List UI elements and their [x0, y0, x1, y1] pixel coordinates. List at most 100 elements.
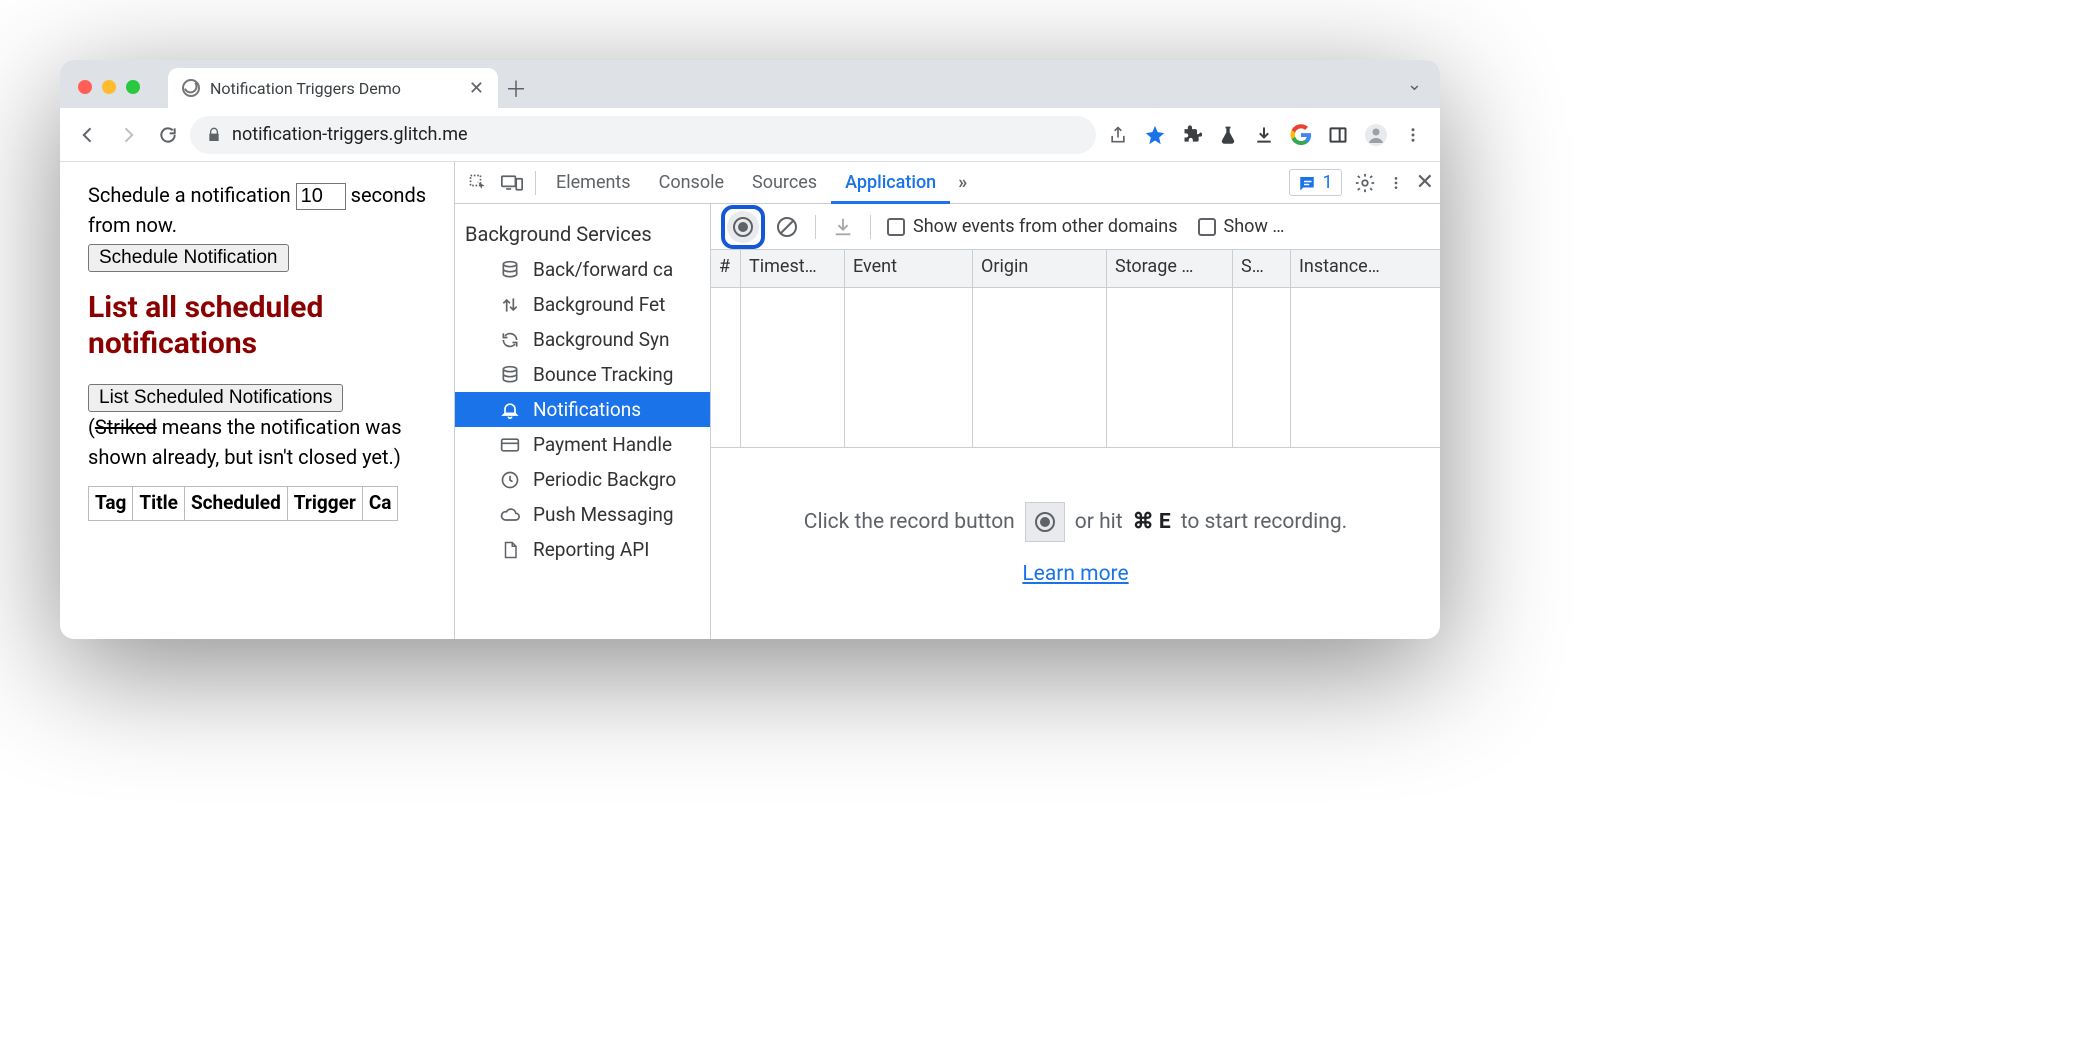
show-events-checkbox[interactable]: Show events from other domains	[887, 216, 1178, 237]
sidebar-item-push-messaging[interactable]: Push Messaging	[455, 497, 710, 532]
sidebar-item-periodic-background[interactable]: Periodic Backgro	[455, 462, 710, 497]
sidebar-item-label: Reporting API	[533, 538, 649, 561]
sidepanel-icon[interactable]	[1328, 125, 1348, 145]
th-tag: Tag	[89, 487, 133, 521]
list-button[interactable]: List Scheduled Notifications	[88, 384, 343, 412]
tab-sources[interactable]: Sources	[738, 162, 831, 204]
schedule-row: Schedule a notification seconds from now…	[88, 180, 430, 240]
tab-console[interactable]: Console	[645, 162, 738, 204]
show-label-2: Show …	[1224, 216, 1285, 237]
close-window-button[interactable]	[78, 80, 92, 94]
lock-icon	[206, 127, 222, 143]
globe-icon	[182, 79, 200, 97]
sidebar-item-label: Payment Handle	[533, 433, 672, 456]
settings-icon[interactable]	[1354, 172, 1376, 194]
new-tab-button[interactable]: ＋	[498, 68, 534, 108]
sidebar-item-background-fetch[interactable]: Background Fet	[455, 287, 710, 322]
seconds-input[interactable]	[296, 183, 346, 210]
show-events-label: Show events from other domains	[913, 216, 1178, 237]
issues-badge[interactable]: 1	[1289, 169, 1341, 196]
tabs-dropdown-icon[interactable]: ⌄	[1407, 74, 1422, 95]
share-icon[interactable]	[1108, 125, 1128, 145]
sidebar-item-label: Bounce Tracking	[533, 363, 673, 386]
browser-window: Notification Triggers Demo ✕ ＋ ⌄ notific…	[60, 60, 1440, 639]
sidebar-item-label: Background Fet	[533, 293, 665, 316]
labs-icon[interactable]	[1218, 125, 1238, 145]
window-controls	[78, 80, 140, 94]
cloud-icon	[499, 504, 521, 526]
tab-strip: Notification Triggers Demo ✕ ＋ ⌄	[60, 60, 1440, 108]
back-button[interactable]	[70, 117, 106, 153]
sidebar-item-background-sync[interactable]: Background Syn	[455, 322, 710, 357]
col-index[interactable]: #	[711, 250, 741, 287]
col-storage[interactable]: Storage …	[1107, 250, 1233, 287]
col-origin[interactable]: Origin	[973, 250, 1107, 287]
tab-application[interactable]: Application	[831, 162, 950, 204]
menu-icon[interactable]	[1404, 126, 1422, 144]
forward-button[interactable]	[110, 117, 146, 153]
save-icon[interactable]	[832, 216, 854, 238]
inspect-icon[interactable]	[461, 166, 495, 200]
browser-tab[interactable]: Notification Triggers Demo ✕	[168, 68, 498, 108]
schedule-label-a: Schedule a notification	[88, 183, 296, 207]
clock-icon	[499, 469, 521, 491]
maximize-window-button[interactable]	[126, 80, 140, 94]
col-instance[interactable]: Instance…	[1291, 250, 1440, 287]
sidebar-item-payment-handler[interactable]: Payment Handle	[455, 427, 710, 462]
col-s[interactable]: S…	[1233, 250, 1291, 287]
prompt-shortcut: ⌘ E	[1133, 509, 1171, 534]
sidebar-item-label: Back/forward ca	[533, 258, 673, 281]
sync-icon	[499, 329, 521, 351]
content-area: Schedule a notification seconds from now…	[60, 162, 1440, 639]
minimize-window-button[interactable]	[102, 80, 116, 94]
events-grid-header: # Timest… Event Origin Storage … S… Inst…	[711, 250, 1440, 288]
device-icon[interactable]	[495, 166, 529, 200]
url-text: notification-triggers.glitch.me	[232, 124, 468, 145]
record-icon-inline	[1025, 502, 1065, 542]
devtools-panel: Elements Console Sources Application » 1	[454, 162, 1440, 639]
kebab-icon[interactable]	[1388, 173, 1404, 193]
profile-icon[interactable]	[1364, 123, 1388, 147]
browser-toolbar: notification-triggers.glitch.me	[60, 108, 1440, 162]
note-text: (Striked means the notification was show…	[88, 412, 430, 472]
record-button-highlight	[721, 205, 765, 249]
address-bar[interactable]: notification-triggers.glitch.me	[190, 116, 1096, 154]
recording-prompt: Click the record button or hit ⌘ E to st…	[711, 448, 1440, 639]
updown-icon	[499, 294, 521, 316]
record-button[interactable]	[727, 211, 759, 243]
learn-more-link[interactable]: Learn more	[1022, 562, 1128, 586]
sidebar-item-notifications[interactable]: Notifications	[455, 392, 710, 427]
note-paren-open: (	[88, 415, 95, 439]
close-tab-icon[interactable]: ✕	[469, 78, 484, 99]
recording-toolbar: Show events from other domains Show …	[711, 204, 1440, 250]
reload-button[interactable]	[150, 117, 186, 153]
tab-title: Notification Triggers Demo	[210, 79, 401, 98]
prompt-text-c: to start recording.	[1181, 510, 1348, 534]
sidebar-item-back-forward-cache[interactable]: Back/forward ca	[455, 252, 710, 287]
tab-elements[interactable]: Elements	[542, 162, 645, 204]
th-trigger: Trigger	[287, 487, 362, 521]
close-devtools-icon[interactable]: ✕	[1416, 170, 1434, 195]
tab-overflow[interactable]: »	[950, 162, 975, 204]
sidebar-item-reporting-api[interactable]: Reporting API	[455, 532, 710, 567]
download-icon[interactable]	[1254, 125, 1274, 145]
schedule-button[interactable]: Schedule Notification	[88, 244, 289, 272]
list-heading: List all scheduled notifications	[88, 290, 430, 362]
extensions-icon[interactable]	[1182, 125, 1202, 145]
checkbox-icon	[1198, 218, 1216, 236]
document-icon	[499, 539, 521, 561]
toolbar-actions	[1100, 123, 1430, 147]
google-icon[interactable]	[1290, 124, 1312, 146]
sidebar-item-bounce-tracking[interactable]: Bounce Tracking	[455, 357, 710, 392]
note-strike: Striked	[95, 415, 157, 439]
th-title: Title	[133, 487, 185, 521]
show-checkbox-2[interactable]: Show …	[1198, 216, 1285, 237]
col-timestamp[interactable]: Timest…	[741, 250, 845, 287]
issues-count: 1	[1322, 172, 1332, 193]
col-event[interactable]: Event	[845, 250, 973, 287]
devtools-main: Show events from other domains Show … # …	[711, 204, 1440, 639]
clear-icon[interactable]	[775, 215, 799, 239]
bookmark-star-icon[interactable]	[1144, 124, 1166, 146]
notifications-table: Tag Title Scheduled Trigger Ca	[88, 486, 398, 521]
page-content: Schedule a notification seconds from now…	[60, 162, 454, 639]
